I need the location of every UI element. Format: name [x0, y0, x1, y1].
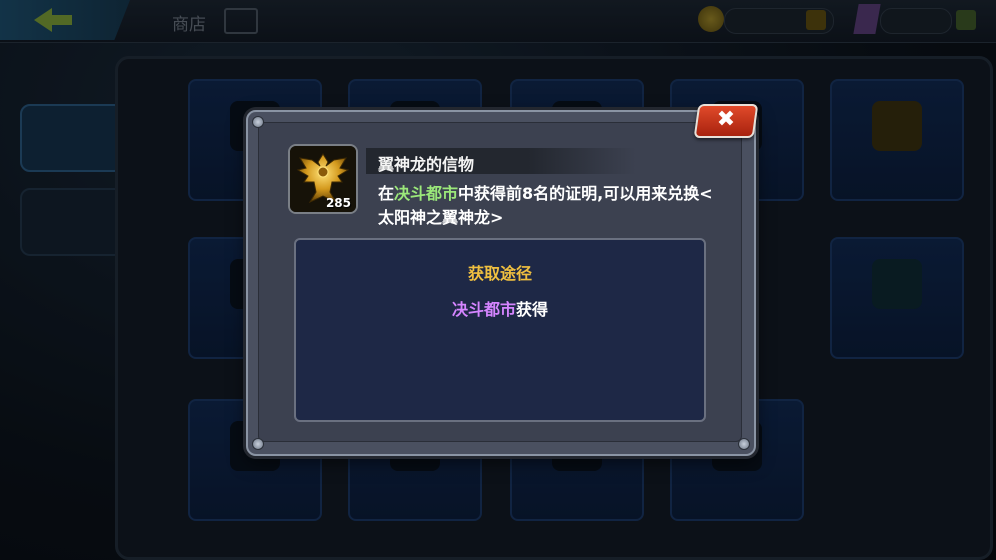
close-icon: ✖ — [716, 107, 736, 132]
item-info-dialog: ✖ 285 翼神龙的信物 在决斗都市中获得前8名的证明,可以用来兑换<太阳神之翼… — [246, 104, 759, 456]
desc-location-link: 决斗都市 — [394, 184, 459, 203]
item-name: 翼神龙的信物 — [378, 155, 475, 174]
desc-prefix: 在 — [378, 184, 395, 203]
close-button[interactable]: ✖ — [693, 104, 759, 138]
item-description: 在决斗都市中获得前8名的证明,可以用来兑换<太阳神之翼神龙> — [378, 182, 718, 230]
bolt-decoration — [252, 116, 264, 128]
source-entry[interactable]: 决斗都市获得 — [296, 296, 704, 320]
item-icon-frame: 285 — [288, 144, 358, 214]
source-suffix: 获得 — [516, 300, 549, 319]
source-title: 获取途径 — [467, 264, 532, 283]
acquisition-source-box: 获取途径 决斗都市获得 — [294, 238, 706, 422]
bolt-decoration — [738, 438, 750, 450]
bolt-decoration — [252, 438, 264, 450]
source-location-link[interactable]: 决斗都市 — [452, 300, 516, 319]
item-count: 285 — [325, 196, 351, 210]
